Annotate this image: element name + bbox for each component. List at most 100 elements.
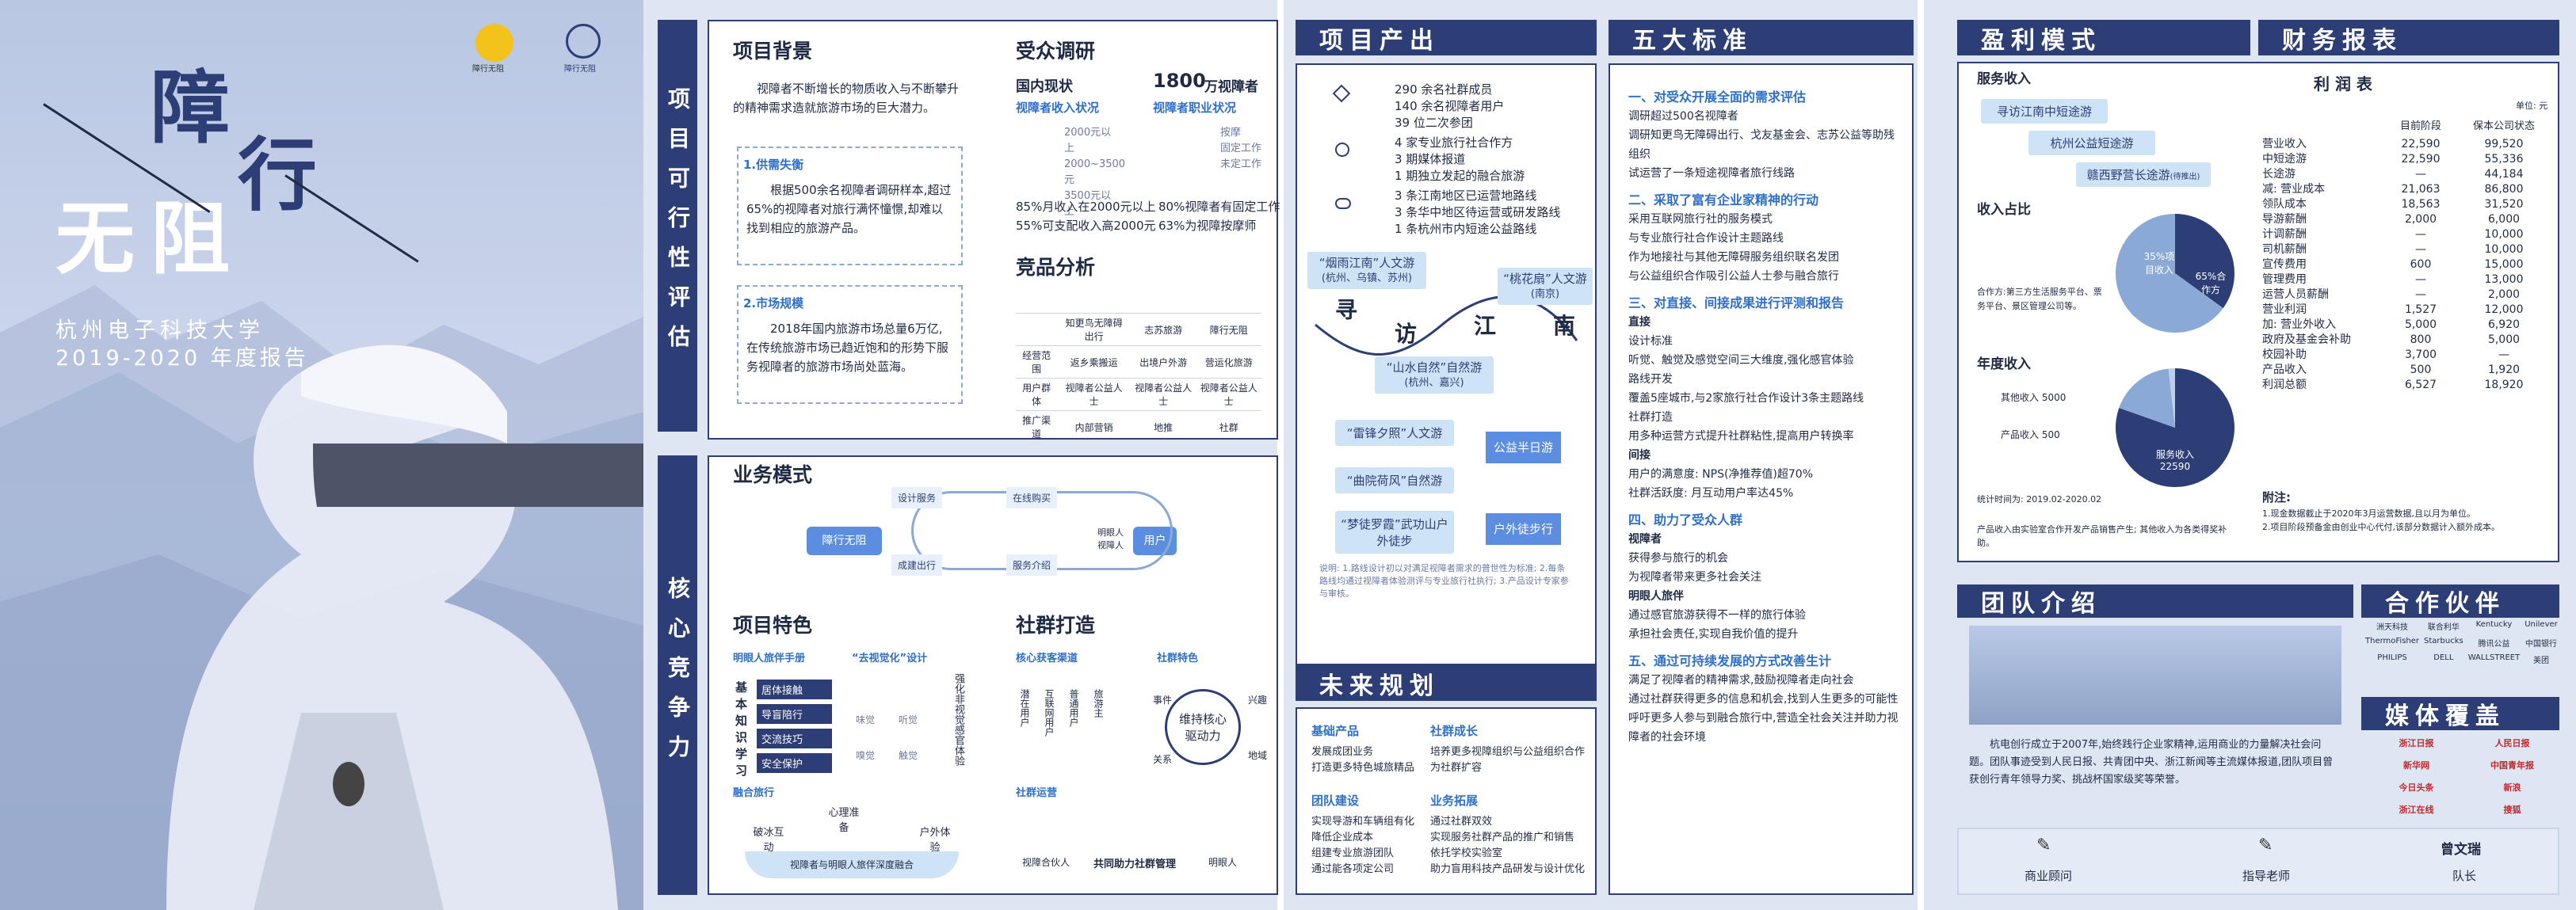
biz-side-2: 视障人 (1097, 540, 1124, 550)
fin-cell: 减: 营业成本 (2262, 183, 2326, 196)
fin-col-1: 目前阶段 (2399, 120, 2441, 132)
route-3-label: 赣西野营长途游 (2086, 168, 2170, 182)
media-logo: 人民日报 (2494, 738, 2530, 748)
comp-cell: 用户群体 (1016, 378, 1058, 411)
partner-logos: 洲天科技 联合利华 Kentucky Unilever ThermoFisher Sta… (2365, 620, 2558, 665)
fin-rows: 营业收入 22,590 99,520 中短途游 22,590 55,336 长途游 — 44,1… (2262, 137, 2547, 393)
tag-3: “山水自然”自然游 (杭州、嘉兴) (1375, 356, 1494, 394)
fin-cell: 加: 营业外收入 (2262, 318, 2337, 331)
future-c2: 社群成长 (1430, 724, 1479, 738)
fin-row: 运营人员薪酬 — 2,000 (2262, 287, 2547, 303)
std-content: 一、对受众开展全面的需求评估 调研超过500名视障者 调研知更鸟无障碍出行、戈友基… (1628, 83, 1902, 747)
cover-title-2: 行 (238, 129, 317, 222)
bg-intro: 视障者不断增长的物质收入与不断攀升的精神需求造就旅游市场的巨大潜力。 (733, 82, 960, 115)
team-text: 杭电创行成立于2007年,始终践行企业家精神,运用商业的力量解决社会问题。团队事… (1969, 739, 2334, 786)
fin-row: 宣传费用 600 15,000 (2262, 257, 2547, 272)
std-item: 通过社群获得更多的信息和机会,找到人生更多的可能性 (1628, 693, 1899, 706)
comp-cell: 地推 (1130, 410, 1196, 443)
std-item: 路线开发 (1628, 373, 1673, 386)
comm-title: 社群打造 (1016, 614, 1096, 637)
std-item: 与专业旅行社合作设计主题路线 (1628, 232, 1784, 245)
fin-cell: 18,563 (2401, 198, 2441, 211)
fin-row: 管理费用 — 13,000 (2262, 272, 2547, 287)
fin-row: 领队成本 18,563 31,520 (2262, 197, 2547, 212)
fin-row: 产品收入 500 1,920 (2262, 363, 2547, 378)
comm-hub-1: 维持核心 (1178, 712, 1227, 726)
tag-1-sub: (杭州、乌镇、苏州) (1321, 272, 1413, 284)
partner-logo: WALLSTREET (2467, 653, 2521, 662)
comm-hub: 维持核心 驱动力 (1165, 689, 1241, 765)
pie-lbl-2: 65%合作方 (2195, 271, 2227, 295)
std-item: 获得参与旅行的机会 (1628, 552, 1728, 565)
fin-cell: 800 (2410, 333, 2432, 346)
feat-sub2: “去视觉化”设计 (852, 653, 928, 664)
std-h4b: 明眼人旅伴 (1628, 590, 1684, 603)
comp-head: 知更鸟无障碍出行 (1057, 313, 1131, 346)
future-c4-list: 通过社群双效 实现服务社群产品的推广和销售 依托学校实验室 助力盲用科技产品研发与设计… (1430, 814, 1585, 878)
media-logo: 今日头条 (2399, 782, 2434, 793)
touch-icon: 触觉 (899, 750, 918, 761)
cover-title-3: 无阻 (55, 192, 246, 285)
comm-r1: 地域 (1248, 750, 1268, 761)
fin-row: 政府及基金会补助 800 5,000 (2262, 333, 2547, 348)
job-3: 未定工作 (1220, 158, 1262, 170)
comp-cell: 出境户外游 (1130, 345, 1196, 379)
comp-cell: 视障者公益人士 (1130, 378, 1196, 411)
fin-cell: 2,000 (2487, 288, 2521, 301)
fin-cell: 31,520 (2484, 198, 2524, 211)
fin-row: 导游薪酬 2,000 6,000 (2262, 212, 2547, 227)
survey-unit: 万视障者 (1204, 79, 1258, 95)
fin-cell: 10,000 (2484, 228, 2524, 241)
prod-label: 产品收入 500 (2001, 429, 2060, 440)
fin-cell: 6,920 (2487, 318, 2521, 331)
feat-items: 居体接触 导盲陪行 交流技巧 安全保护 (757, 680, 832, 773)
comm-channel: 旅游主 (1093, 689, 1104, 718)
partner-logo: 美团 (2532, 657, 2549, 665)
smell-icon: 嗅觉 (856, 750, 876, 761)
future-c4-item: 助力盲用科技产品研发与设计优化 (1430, 863, 1586, 875)
comm-r3: 关系 (1153, 754, 1173, 765)
fin-cell: — (2415, 243, 2426, 256)
taste-icon: 味觉 (856, 714, 876, 725)
team-photo (1969, 626, 2341, 725)
comm-r2: 事件 (1153, 695, 1173, 706)
fin-cell: 600 (2410, 258, 2432, 271)
pill-icon (1335, 198, 1351, 209)
media-logo: 浙江在线 (2399, 805, 2434, 815)
p2: “曲院荷风”自然游 (1335, 467, 1454, 493)
future-c1-item: 打造更多特色城旅精品 (1311, 762, 1415, 774)
logo-label-2: 障行无阻 (564, 65, 596, 74)
future-header: 未来规划 (1296, 665, 1597, 701)
fin-row: 利润总额 6,527 18,920 (2262, 378, 2547, 393)
vertical-label-2: 核心竞争力 (658, 455, 697, 895)
map-char-3: 江 (1474, 313, 1497, 339)
fin-cell: 99,520 (2484, 138, 2524, 150)
fin-cell: 6,527 (2404, 379, 2437, 391)
income-1: 2000元以上 (1064, 127, 1112, 154)
fin-cell: 55,336 (2484, 153, 2524, 166)
output-r1: 290 余名社群成员 140 余名视障者用户 39 位二次参团 (1395, 82, 1504, 131)
vertical-label-1: 项目可行性评估 (658, 20, 697, 432)
fin-cell: 导游薪酬 (2262, 213, 2307, 226)
profit-svc: 服务收入 (1977, 71, 2031, 87)
sig-label-1: 商业顾问 (2025, 869, 2073, 883)
output-r2: 4 家专业旅行社合作方 3 期媒体报道 1 期独立发起的融合旅游 (1395, 135, 1525, 185)
hearing-icon: 听觉 (899, 714, 918, 725)
output-note: 说明: 1.路线设计初以对满足视障者需求的普世性为标准; 2.每条路线均通过视障… (1319, 563, 1569, 599)
bg-s1-text: 根据500余名视障者调研样本,超过65%的视障者对旅行满怀憧憬,却难以找到相应的… (746, 183, 952, 235)
profit-note: 产品收入由实验室合作开发产品销售产生; 其他收入为各类得奖补助。 (1977, 524, 2227, 548)
job-2: 固定工作 (1220, 143, 1262, 154)
partner-logo: Unilever (2524, 620, 2558, 629)
fin-cell: 营业利润 (2262, 303, 2307, 316)
comm-ops: 社群运营 (1016, 787, 1058, 799)
media-logo: 中国青年报 (2490, 760, 2534, 771)
survey-a1: 85%月收入在2000元以上 (1016, 200, 1156, 214)
bg-box-1: 1.供需失衡 根据500余名视障者调研样本,超过65%的视障者对旅行满怀憧憬,却… (737, 147, 963, 265)
fin-cell: 1,920 (2487, 364, 2521, 376)
comp-cell: 经营范围 (1016, 345, 1058, 379)
sig-label-2: 指导老师 (2242, 869, 2291, 883)
std-h2: 二、采取了富有企业家精神的行动 (1628, 192, 1819, 208)
fin-cell: 3,700 (2404, 348, 2437, 361)
bg-s2: 2.市场规模 (743, 296, 804, 310)
std-item: 用户的满意度: NPS(净推荐值)超70% (1628, 468, 1814, 481)
